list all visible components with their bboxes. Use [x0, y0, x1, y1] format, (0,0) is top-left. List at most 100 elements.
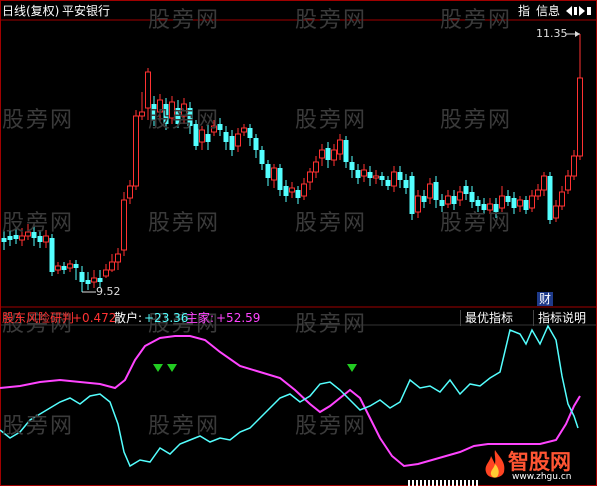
candle-body: [259, 150, 265, 164]
period-label[interactable]: 日线(复权): [2, 4, 59, 18]
candle-body: [91, 277, 97, 283]
candle-body: [379, 176, 385, 180]
watermark: 股旁网: [440, 211, 513, 236]
speaker-arrows-icon[interactable]: [565, 4, 593, 18]
candle-body: [547, 176, 553, 220]
candle-body: [49, 238, 55, 272]
high-pointer-arrow: [575, 31, 580, 37]
volume-bar: [448, 480, 450, 486]
candle-body: [85, 280, 91, 284]
candle-body: [331, 149, 337, 161]
volume-bar: [444, 480, 446, 486]
volume-bar: [424, 480, 426, 486]
candle-body: [529, 195, 535, 209]
candle-body: [409, 176, 415, 214]
candle-body: [355, 170, 361, 178]
candle-body: [433, 182, 439, 200]
low-price-label: 9.52: [96, 285, 121, 298]
volume-bar: [412, 480, 414, 486]
watermark: 股旁网: [2, 414, 75, 439]
candle-body: [571, 155, 577, 177]
candle-body: [79, 272, 85, 282]
candle-body: [61, 266, 67, 270]
volume-bar: [476, 480, 478, 486]
main-label: 主家:: [186, 311, 215, 325]
candle-body: [115, 253, 121, 263]
volume-bar: [464, 480, 466, 486]
candle-body: [445, 195, 451, 205]
indicator-lines: [0, 324, 581, 468]
candle-body: [313, 161, 319, 173]
candle-body: [295, 190, 301, 198]
candle-body: [223, 132, 229, 142]
indicator-name: 股东风险研判: [2, 311, 75, 325]
candle-body: [241, 127, 247, 133]
candle-body: [325, 148, 331, 160]
signal-marker: [153, 364, 163, 372]
volume-bar: [456, 480, 458, 486]
candle-body: [337, 139, 343, 155]
candle-body: [277, 168, 283, 190]
candle-body: [361, 169, 367, 177]
candle-body: [535, 189, 541, 197]
volume-bar: [472, 480, 474, 486]
watermark: 股旁网: [2, 108, 75, 133]
watermark: 股旁网: [295, 312, 368, 337]
candle-body: [457, 191, 463, 201]
candle-body: [463, 186, 469, 194]
candle-body: [373, 175, 379, 179]
candle-body: [403, 180, 409, 188]
candle-body: [427, 183, 433, 199]
volume-bar: [452, 480, 454, 486]
candle-body: [97, 278, 103, 282]
candle-body: [319, 149, 325, 159]
candle-body: [103, 269, 109, 277]
best-indicator-button[interactable]: 最优指标: [460, 310, 517, 326]
volume-bar: [416, 480, 418, 486]
candle-body: [127, 185, 133, 199]
watermark: 股旁网: [148, 211, 221, 236]
volume-bar: [440, 480, 442, 486]
candle-body: [523, 200, 529, 210]
volume-bar: [408, 480, 410, 486]
candle-body: [421, 196, 427, 202]
candle-body: [139, 111, 145, 117]
watermark: 股旁网: [2, 211, 75, 236]
candle-body: [553, 205, 559, 219]
candle-body: [517, 199, 523, 207]
volume-bar: [468, 480, 470, 486]
candle-body: [577, 77, 583, 157]
candle-body: [397, 172, 403, 180]
candle-body: [67, 263, 73, 269]
watermark: 股旁网: [295, 414, 368, 439]
high-price-label: 11.35: [536, 27, 568, 40]
signal-marker: [347, 364, 357, 372]
volume-bar: [428, 480, 430, 486]
candle-body: [289, 187, 295, 193]
watermark: 股旁网: [295, 8, 368, 33]
candle-body: [307, 171, 313, 183]
candle-body: [55, 265, 61, 271]
watermark: 股旁网: [440, 8, 513, 33]
candle-body: [109, 261, 115, 271]
stock-name[interactable]: 平安银行: [62, 4, 110, 18]
watermark: 股旁网: [148, 8, 221, 33]
candle-body: [511, 198, 517, 208]
candle-body: [253, 138, 259, 150]
watermark: 股旁网: [440, 108, 513, 133]
logo-url: www.zhgu.cn: [512, 472, 572, 482]
candle-body: [265, 164, 271, 178]
retail-label: 散户:: [114, 311, 143, 325]
candle-body: [229, 136, 235, 150]
indicator-button[interactable]: 指: [514, 3, 534, 19]
candle-body: [343, 140, 349, 162]
candle-body: [235, 133, 241, 147]
indicator-explain-button[interactable]: 指标说明: [533, 310, 590, 326]
info-button[interactable]: 信息: [532, 3, 564, 19]
watermark: 股旁网: [295, 108, 368, 133]
candle-body: [565, 175, 571, 191]
indicator-value: +0.472: [72, 311, 117, 325]
candle-body: [121, 199, 127, 251]
cai-badge[interactable]: 财: [537, 292, 554, 306]
candlesticks: [1, 31, 583, 293]
